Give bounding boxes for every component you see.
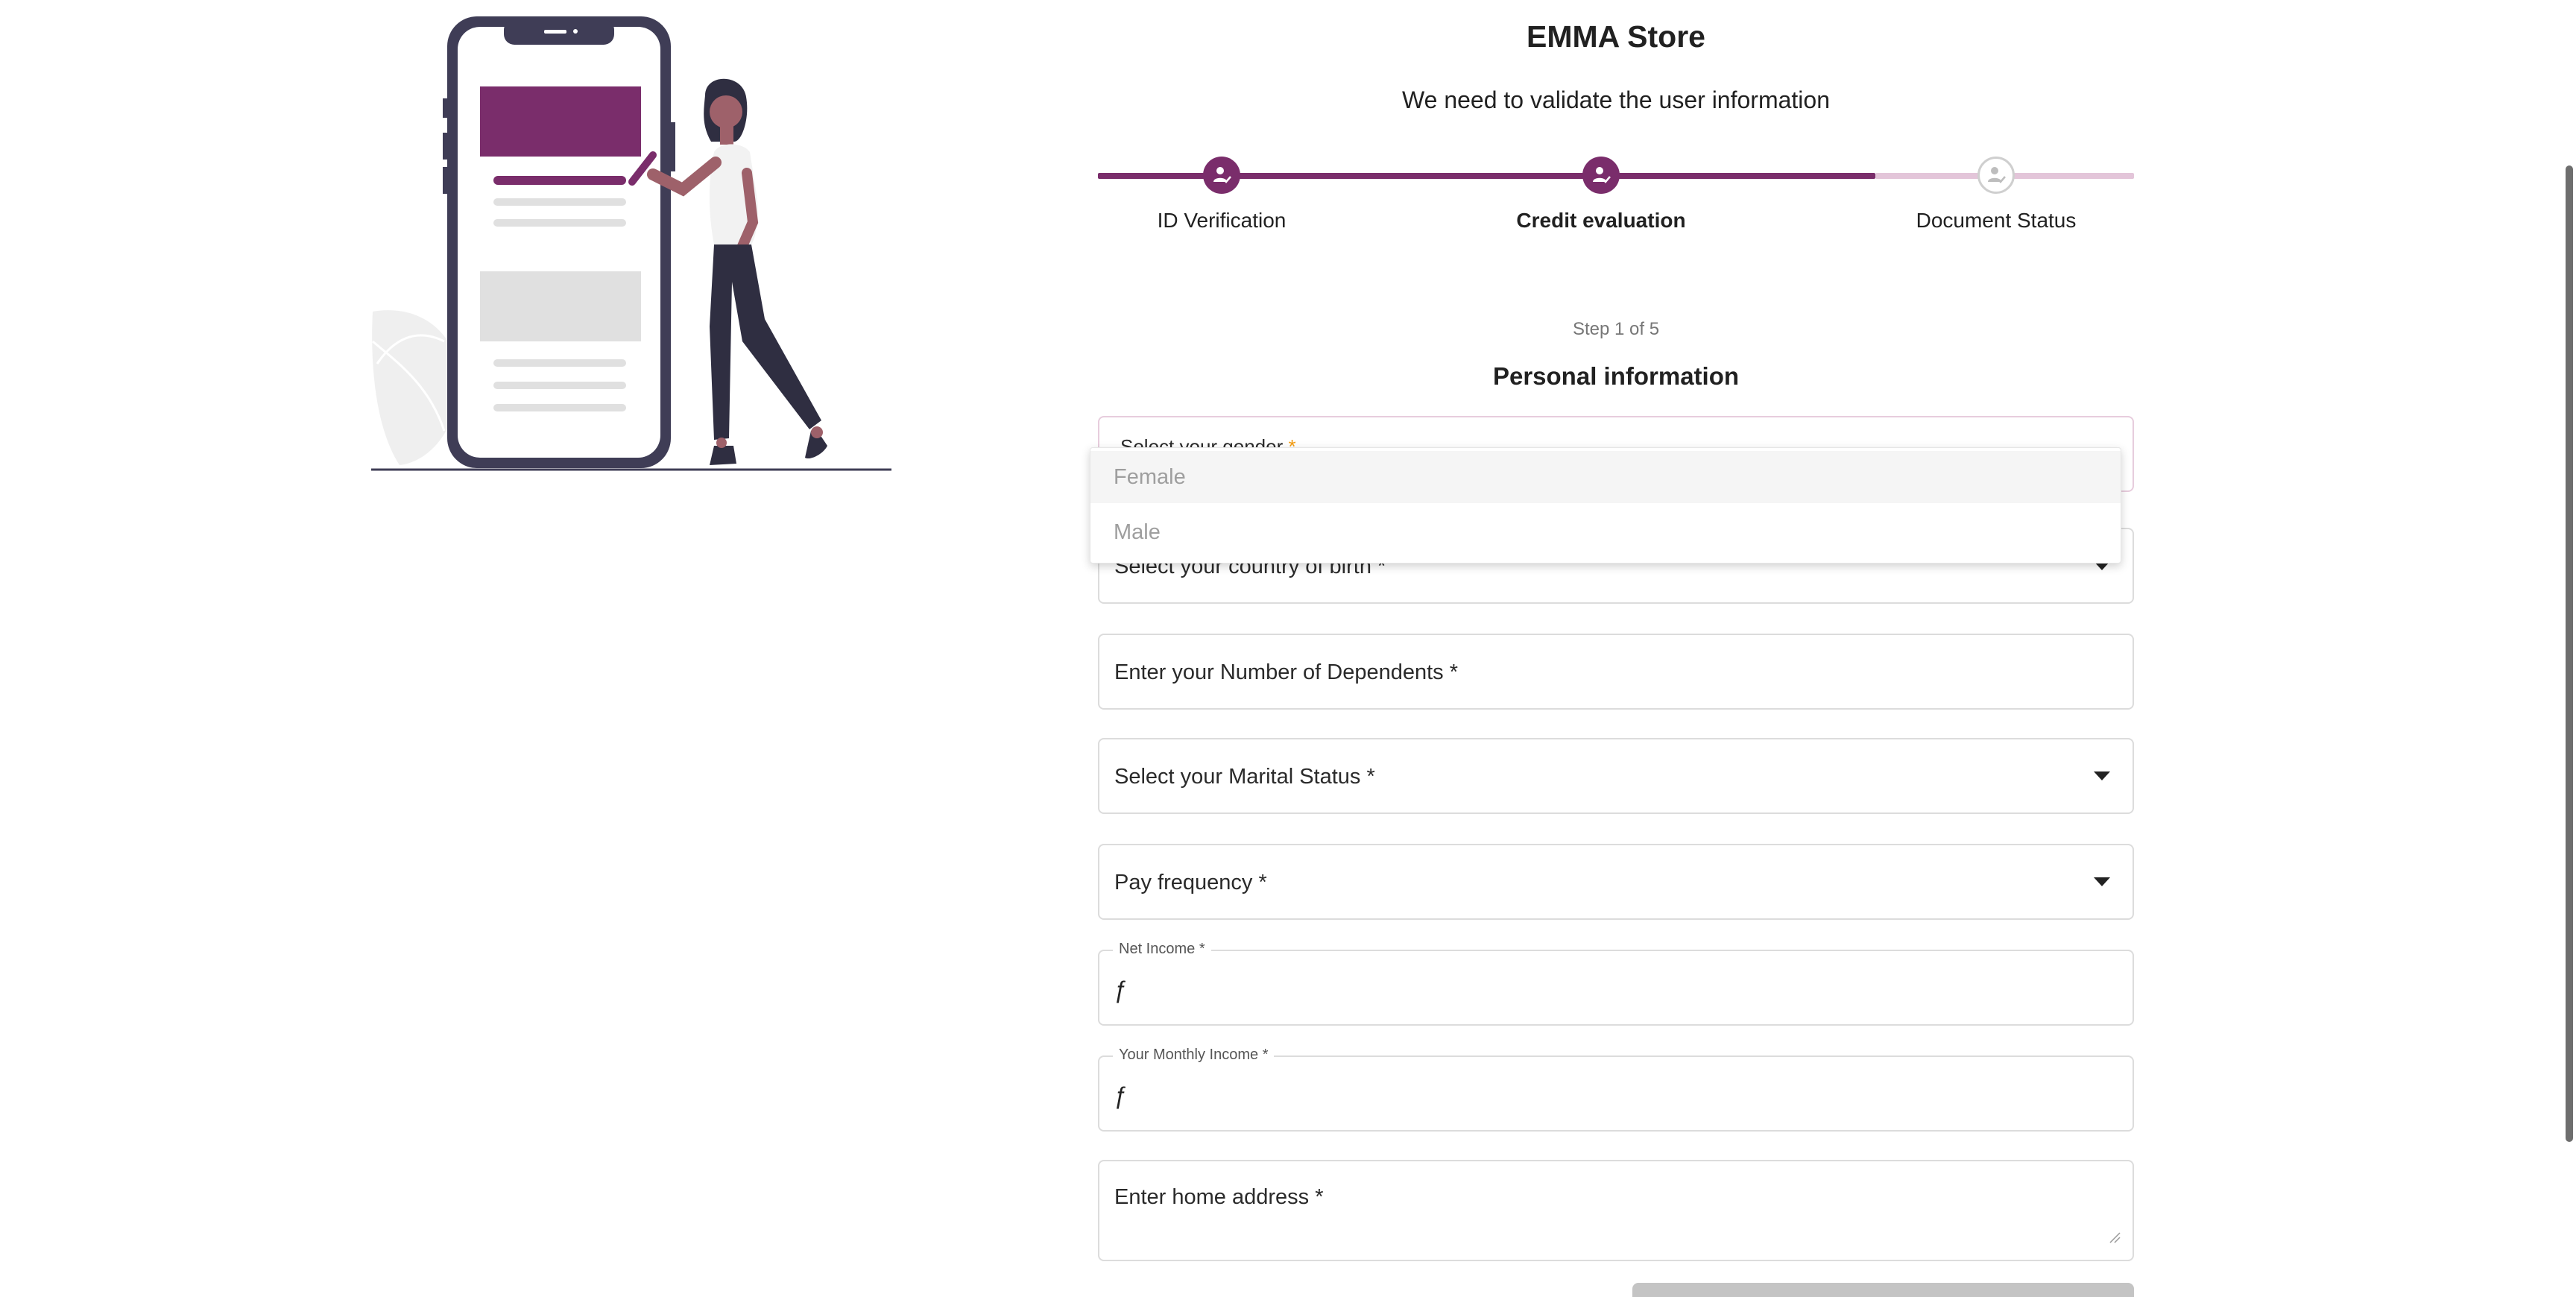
step-label-credit-evaluation: Credit evaluation bbox=[1516, 209, 1686, 232]
scrollbar-thumb[interactable] bbox=[2566, 165, 2573, 1142]
resize-grip-icon[interactable] bbox=[2109, 1231, 2121, 1243]
page-subtitle: We need to validate the user information bbox=[1402, 86, 1830, 113]
dependents-input[interactable]: Enter your Number of Dependents * bbox=[1098, 634, 2134, 710]
step-label-id-verification: ID Verification bbox=[1157, 209, 1287, 232]
user-check-icon bbox=[1593, 167, 1611, 183]
next-button[interactable] bbox=[1632, 1283, 2134, 1297]
section-title: Personal information bbox=[1492, 362, 1740, 390]
net-income-label: Net Income * bbox=[1113, 941, 1211, 958]
phone-woman-illustration bbox=[371, 16, 891, 471]
monthly-income-label: Your Monthly Income * bbox=[1113, 1047, 1275, 1064]
step-label-document-status: Document Status bbox=[1916, 209, 2077, 232]
marital-status-select[interactable]: Select your Marital Status * bbox=[1098, 738, 2134, 814]
gender-options-menu: Female Male bbox=[1090, 447, 2121, 564]
caret-down-icon bbox=[2094, 771, 2110, 780]
store-title: EMMA Store bbox=[1527, 19, 1705, 54]
pay-frequency-label: Pay frequency * bbox=[1114, 871, 1267, 894]
gender-option-male[interactable]: Male bbox=[1090, 506, 2121, 558]
monthly-income-currency-prefix: ƒ bbox=[1114, 1082, 1128, 1109]
gender-option-female[interactable]: Female bbox=[1090, 451, 2121, 503]
marital-status-label: Select your Marital Status * bbox=[1114, 765, 1375, 789]
dependents-label: Enter your Number of Dependents * bbox=[1114, 660, 1459, 684]
pay-frequency-select[interactable]: Pay frequency * bbox=[1098, 844, 2134, 920]
step-credit-evaluation-node[interactable] bbox=[1582, 157, 1620, 194]
caret-down-icon bbox=[2094, 877, 2110, 886]
user-check-icon bbox=[1988, 167, 2006, 183]
home-address-label: Enter home address * bbox=[1114, 1185, 1324, 1209]
net-income-currency-prefix: ƒ bbox=[1114, 976, 1128, 1003]
page-scrollbar[interactable] bbox=[2563, 0, 2576, 1297]
monthly-income-input[interactable]: Your Monthly Income * ƒ bbox=[1098, 1047, 2134, 1132]
step-id-verification-node[interactable] bbox=[1203, 157, 1240, 194]
net-income-input[interactable]: Net Income * ƒ bbox=[1098, 941, 2134, 1026]
step-document-status-node[interactable] bbox=[1977, 157, 2015, 194]
home-address-textarea[interactable]: Enter home address * bbox=[1098, 1160, 2134, 1261]
progress-stepper: ID Verification Credit evaluation Docume… bbox=[1098, 149, 2134, 239]
user-check-icon bbox=[1213, 167, 1231, 183]
page: EMMA Store We need to validate the user … bbox=[0, 0, 2576, 1297]
step-counter: Step 1 of 5 bbox=[1572, 319, 1660, 339]
